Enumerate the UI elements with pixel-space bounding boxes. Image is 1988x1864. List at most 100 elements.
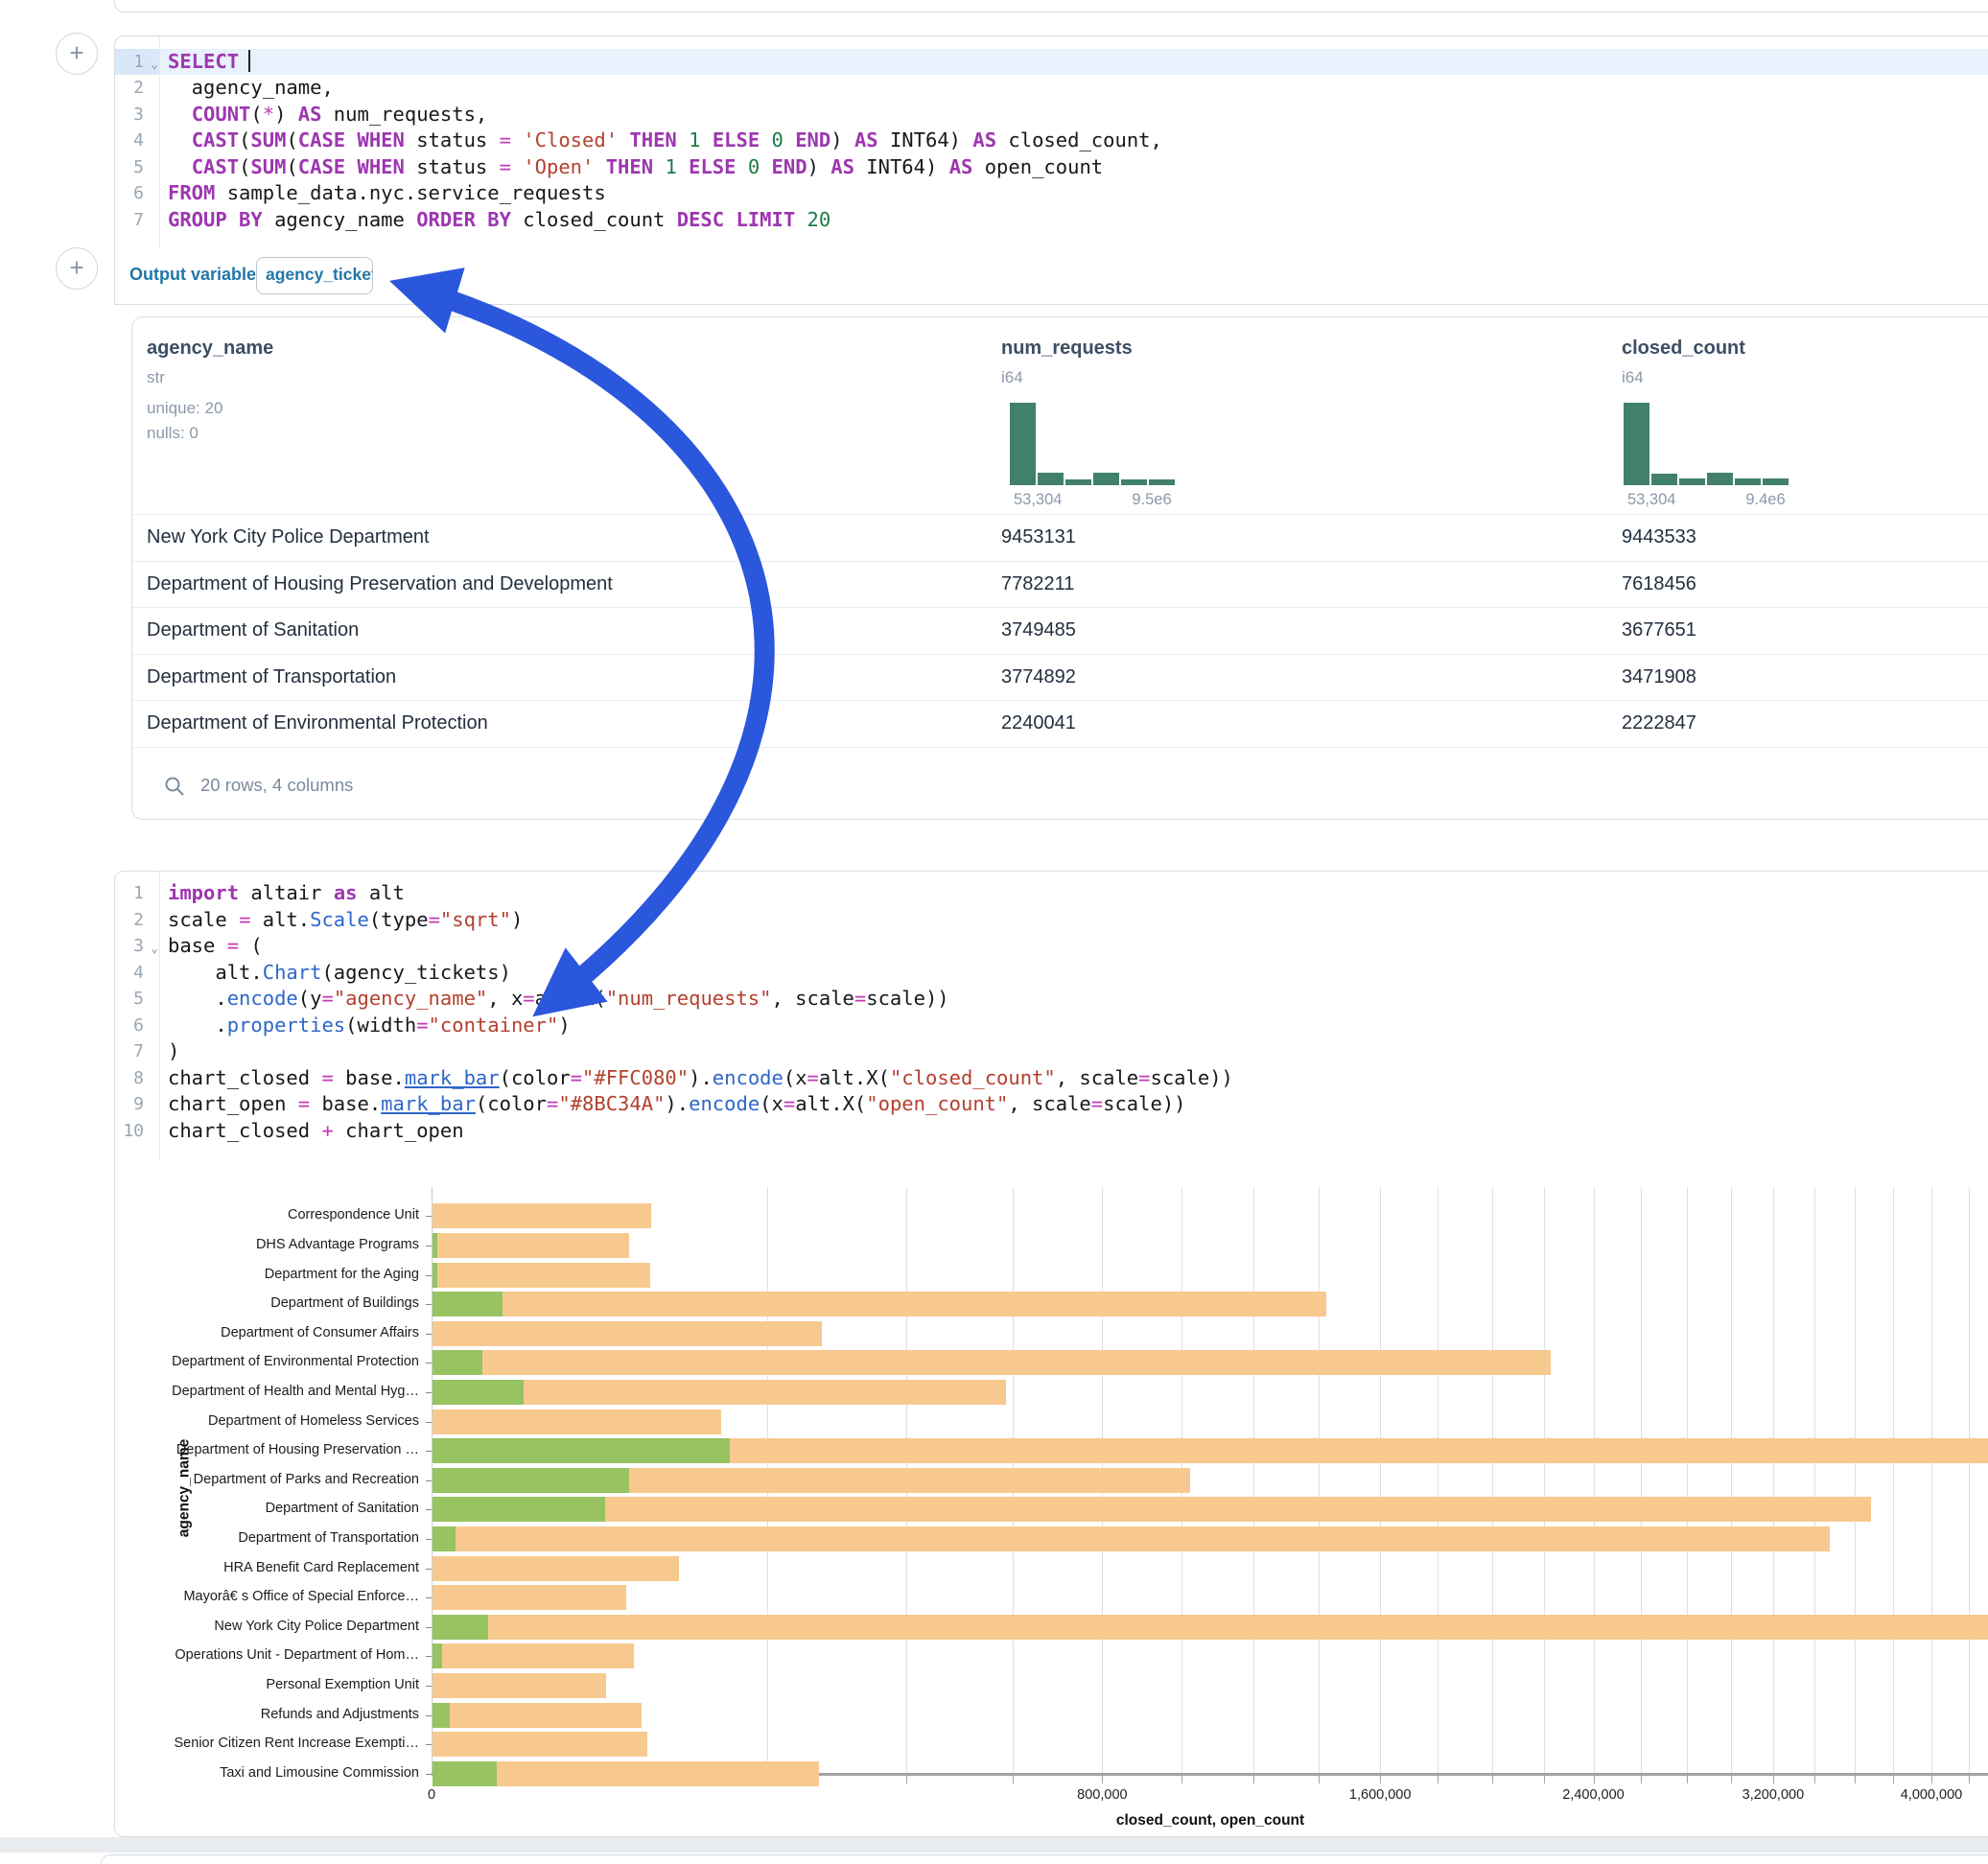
y-tick — [426, 1304, 432, 1305]
x-tick-label: 1,600,000 — [1349, 1787, 1412, 1803]
y-category-label: New York City Police Department — [114, 1619, 419, 1634]
code-line[interactable]: agency_name, — [168, 75, 1988, 102]
y-category-label: Mayorâ€ s Office of Special Enforce… — [114, 1589, 419, 1604]
code-line[interactable]: ) — [168, 1038, 1988, 1065]
previous-cell-edge — [114, 0, 1988, 12]
histogram-max-label: 9.4e6 — [1737, 491, 1794, 509]
y-tick — [426, 1334, 432, 1335]
code-line[interactable]: chart_closed = base.mark_bar(color="#FFC… — [168, 1065, 1988, 1092]
y-category-label: Department of Parks and Recreation — [114, 1472, 419, 1487]
code-line[interactable]: .encode(y="agency_name", x=alt.X("num_re… — [168, 986, 1988, 1013]
code-lines[interactable]: import altair as altscale = alt.Scale(ty… — [168, 872, 1988, 1144]
table-cell: Department of Transportation — [147, 666, 396, 688]
sql-code-editor[interactable]: 1⌄234567SELECT agency_name, COUNT(*) AS … — [115, 36, 1988, 248]
column-type: i64 — [1001, 368, 1023, 387]
line-number: 10 — [115, 1118, 159, 1145]
y-tick — [426, 1246, 432, 1247]
code-line[interactable]: scale = alt.Scale(type="sqrt") — [168, 907, 1988, 934]
fold-chevron-icon[interactable]: ⌄ — [151, 936, 158, 963]
y-tick — [426, 1392, 432, 1393]
code-line[interactable]: chart_closed + chart_open — [168, 1118, 1988, 1145]
table-row[interactable]: Department of Sanitation37494853677651 — [132, 607, 1988, 655]
table-row[interactable]: New York City Police Department945313194… — [132, 514, 1988, 562]
code-line[interactable]: alt.Chart(agency_tickets) — [168, 960, 1988, 987]
bar-closed-count — [433, 1526, 1830, 1551]
table-row[interactable]: Department of Transportation377489234719… — [132, 654, 1988, 702]
bar-closed-count — [433, 1556, 679, 1581]
y-category-label: Personal Exemption Unit — [114, 1677, 419, 1692]
gridline — [1594, 1187, 1595, 1773]
y-category-label: Department of Consumer Affairs — [114, 1325, 419, 1340]
bar-closed-count — [433, 1203, 651, 1228]
column-type: i64 — [1622, 368, 1644, 387]
axis-tick — [1380, 1776, 1381, 1783]
axis-tick — [1181, 1776, 1182, 1783]
code-line[interactable]: SELECT — [168, 49, 1988, 76]
code-line[interactable]: .properties(width="container") — [168, 1013, 1988, 1039]
code-line[interactable]: chart_open = base.mark_bar(color="#8BC34… — [168, 1091, 1988, 1118]
line-number: 7 — [115, 207, 159, 234]
bar-closed-count — [433, 1703, 642, 1728]
histogram-bar — [1679, 478, 1705, 485]
bar-open-count — [433, 1468, 629, 1493]
bar-closed-count — [433, 1615, 1988, 1640]
table-row[interactable]: Department of Environmental Protection22… — [132, 700, 1988, 748]
add-cell-button-mid[interactable]: + — [56, 247, 98, 290]
axis-tick — [1814, 1776, 1815, 1783]
output-variable-label: Output variable: — [129, 265, 262, 285]
code-line[interactable]: GROUP BY agency_name ORDER BY closed_cou… — [168, 207, 1988, 234]
axis-tick — [1253, 1776, 1254, 1783]
gridline — [1492, 1187, 1493, 1773]
bar-closed-count — [433, 1233, 629, 1258]
bar-closed-count — [433, 1350, 1551, 1375]
table-cell: 3677651 — [1622, 619, 1696, 641]
bar-open-count — [433, 1615, 488, 1640]
table-row-divider — [132, 747, 1988, 748]
code-line[interactable]: import altair as alt — [168, 880, 1988, 907]
column-header-closed_count[interactable]: closed_count — [1622, 338, 1745, 360]
bar-open-count — [433, 1761, 497, 1786]
line-number: 8 — [115, 1065, 159, 1092]
output-variable-strip: Output variable: agency_tickets — [114, 248, 1988, 305]
bar-closed-count — [433, 1292, 1326, 1316]
y-tick — [426, 1539, 432, 1540]
code-lines[interactable]: SELECT agency_name, COUNT(*) AS num_requ… — [168, 36, 1988, 233]
histogram-bar — [1121, 479, 1147, 485]
table-cell: 2222847 — [1622, 712, 1696, 734]
code-line[interactable]: CAST(SUM(CASE WHEN status = 'Closed' THE… — [168, 128, 1988, 154]
axis-tick — [906, 1776, 907, 1783]
axis-tick — [1773, 1776, 1774, 1783]
search-icon[interactable] — [164, 776, 185, 797]
table-cell: Department of Housing Preservation and D… — [147, 573, 613, 595]
python-code-editor[interactable]: 123⌄45678910import altair as altscale = … — [115, 872, 1988, 1159]
axis-tick — [1641, 1776, 1642, 1783]
column-header-agency_name[interactable]: agency_name — [147, 338, 273, 360]
table-preview-card: agency_namestrunique: 20nulls: 0num_requ… — [131, 316, 1988, 820]
axis-tick — [1544, 1776, 1545, 1783]
table-cell: 7782211 — [1001, 573, 1074, 595]
code-line[interactable]: CAST(SUM(CASE WHEN status = 'Open' THEN … — [168, 154, 1988, 181]
gridline — [1931, 1187, 1932, 1773]
table-cell: 9443533 — [1622, 526, 1696, 548]
axis-tick — [1969, 1776, 1970, 1783]
table-row[interactable]: Department of Housing Preservation and D… — [132, 561, 1988, 609]
add-cell-button-top[interactable]: + — [56, 33, 98, 75]
code-line[interactable]: base = ( — [168, 933, 1988, 960]
y-tick — [426, 1569, 432, 1570]
code-line[interactable]: FROM sample_data.nyc.service_requests — [168, 180, 1988, 207]
column-header-num_requests[interactable]: num_requests — [1001, 338, 1133, 360]
y-tick — [426, 1216, 432, 1217]
output-variable-pill[interactable]: agency_tickets — [256, 257, 373, 294]
bar-open-count — [433, 1497, 605, 1522]
x-tick-label: 2,400,000 — [1562, 1787, 1625, 1803]
output-variable-value: agency_tickets — [266, 265, 373, 285]
fold-chevron-icon[interactable]: ⌄ — [151, 52, 158, 79]
x-tick-label: 4,000,000 — [1901, 1787, 1963, 1803]
bar-closed-count — [433, 1497, 1871, 1522]
y-category-label: Department of Sanitation — [114, 1501, 419, 1516]
y-category-label: Senior Citizen Rent Increase Exempti… — [114, 1736, 419, 1751]
x-tick-label: 3,200,000 — [1742, 1787, 1805, 1803]
sql-cell[interactable]: 1⌄234567SELECT agency_name, COUNT(*) AS … — [114, 35, 1988, 249]
y-category-label: Department of Health and Mental Hyg… — [114, 1384, 419, 1399]
code-line[interactable]: COUNT(*) AS num_requests, — [168, 102, 1988, 128]
